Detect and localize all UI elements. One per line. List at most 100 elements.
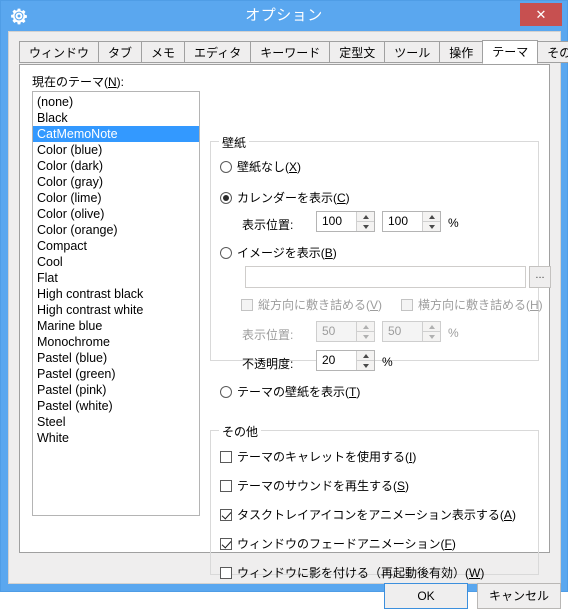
tab-6[interactable]: ツール (384, 41, 441, 63)
cancel-button[interactable]: キャンセル (477, 583, 561, 609)
radio-theme-wallpaper[interactable]: テーマの壁紙を表示(T) (220, 383, 360, 400)
list-item[interactable]: Pastel (blue) (33, 350, 199, 366)
image-position-x-down-button[interactable] (357, 332, 374, 341)
image-path-input[interactable] (245, 266, 526, 288)
checkbox-tile-vertical[interactable]: 縦方向に敷き詰める(V) (241, 296, 382, 313)
list-item[interactable]: (none) (33, 94, 199, 110)
checkbox-other-4-accel: W (469, 566, 481, 580)
checkbox-other-2[interactable]: タスクトレイアイコンをアニメーション表示する(A) (220, 506, 516, 523)
radio-theme-wallpaper-label: テーマの壁紙を表示( (237, 385, 349, 399)
radio-show-image-accel: B (324, 246, 333, 260)
browse-button[interactable]: ... (529, 266, 551, 288)
list-item[interactable]: Color (gray) (33, 174, 199, 190)
other-group-title: その他 (219, 423, 262, 440)
image-position-y-spinner[interactable]: 50 (382, 321, 441, 342)
checkbox-other-4[interactable]: ウィンドウに影を付ける（再起動後有効）(W) (220, 564, 484, 581)
list-item[interactable]: White (33, 430, 199, 446)
calendar-position-x-down-button[interactable] (357, 222, 374, 231)
list-item[interactable]: Marine blue (33, 318, 199, 334)
checkbox-tile-vertical-mark (241, 299, 253, 311)
tab-8[interactable]: テーマ (482, 40, 539, 64)
image-position-y-up-button[interactable] (423, 322, 440, 332)
list-item[interactable]: High contrast white (33, 302, 199, 318)
calendar-position-x-spinner[interactable]: 100 (316, 211, 375, 232)
tab-0[interactable]: ウィンドウ (19, 41, 100, 63)
checkbox-tile-horizontal-label: 横方向に敷き詰める( (418, 298, 530, 312)
theme-list-label-suffix: ): (116, 75, 125, 89)
image-position-x-up-button[interactable] (357, 322, 374, 332)
calendar-position-x-value[interactable]: 100 (317, 212, 356, 231)
list-item[interactable]: Pastel (pink) (33, 382, 199, 398)
opacity-down-button[interactable] (357, 361, 374, 370)
radio-no-wallpaper[interactable]: 壁紙なし(X) (220, 158, 301, 175)
tab-3[interactable]: エディタ (184, 41, 252, 63)
checkbox-tile-horizontal-tail: ) (538, 298, 543, 312)
list-item[interactable]: Color (lime) (33, 190, 199, 206)
tab-1[interactable]: タブ (98, 41, 143, 63)
calendar-position-unit: % (448, 216, 459, 230)
opacity-value[interactable]: 20 (317, 351, 356, 370)
calendar-position-x-buttons (356, 212, 374, 231)
list-item[interactable]: Flat (33, 270, 199, 286)
list-item[interactable]: Color (orange) (33, 222, 199, 238)
image-position-y-value[interactable]: 50 (383, 322, 422, 341)
list-item[interactable]: Steel (33, 414, 199, 430)
list-item[interactable]: Pastel (white) (33, 398, 199, 414)
list-item[interactable]: Color (blue) (33, 142, 199, 158)
close-button[interactable]: ✕ (520, 3, 562, 26)
theme-listbox[interactable]: (none) Black CatMemoNote Color (blue) Color … (32, 91, 200, 516)
calendar-position-y-down-button[interactable] (423, 222, 440, 231)
checkbox-other-0-label: テーマのキャレットを使用する( (237, 450, 409, 464)
checkbox-other-2-label: タスクトレイアイコンをアニメーション表示する( (237, 508, 504, 522)
tab-4[interactable]: キーワード (250, 41, 331, 63)
tab-page-theme: 現在のテーマ(N): (none) Black CatMemoNote Color (… (19, 64, 551, 580)
radio-show-image[interactable]: イメージを表示(B) (220, 244, 337, 261)
list-item[interactable]: Cool (33, 254, 199, 270)
list-item[interactable]: CatMemoNote (33, 126, 199, 142)
checkbox-other-3-tail: ) (451, 537, 456, 551)
theme-list-label-accel: N (108, 75, 117, 89)
list-item[interactable]: Color (olive) (33, 206, 199, 222)
theme-list-label: 現在のテーマ(N): (32, 73, 124, 90)
checkbox-other-0-mark (220, 451, 232, 463)
calendar-position-x-up-button[interactable] (357, 212, 374, 222)
checkbox-other-3-mark (220, 538, 232, 550)
image-position-x-value[interactable]: 50 (317, 322, 356, 341)
calendar-position-y-up-button[interactable] (423, 212, 440, 222)
tab-2[interactable]: メモ (141, 41, 186, 63)
checkbox-tile-horizontal[interactable]: 横方向に敷き詰める(H) (401, 296, 543, 313)
calendar-position-y-spinner[interactable]: 100 (382, 211, 441, 232)
checkbox-tile-horizontal-mark (401, 299, 413, 311)
image-position-x-buttons (356, 322, 374, 341)
tab-strip: ウィンドウタブメモエディタキーワード定型文ツール操作テーマその他 (19, 40, 568, 65)
image-position-x-spinner[interactable]: 50 (316, 321, 375, 342)
tab-5[interactable]: 定型文 (329, 41, 386, 63)
checkbox-other-1-mark (220, 480, 232, 492)
checkbox-other-0[interactable]: テーマのキャレットを使用する(I) (220, 448, 416, 465)
radio-no-wallpaper-accel: X (289, 160, 298, 174)
tab-7[interactable]: 操作 (439, 41, 484, 63)
checkbox-other-3[interactable]: ウィンドウのフェードアニメーション(F) (220, 535, 456, 552)
checkbox-other-3-accel: F (444, 537, 452, 551)
list-item[interactable]: High contrast black (33, 286, 199, 302)
radio-show-calendar[interactable]: カレンダーを表示(C) (220, 189, 350, 206)
checkbox-tile-horizontal-accel: H (530, 298, 539, 312)
list-item[interactable]: Pastel (green) (33, 366, 199, 382)
radio-no-wallpaper-mark (220, 161, 232, 173)
list-item[interactable]: Compact (33, 238, 199, 254)
ok-button[interactable]: OK (384, 583, 468, 609)
opacity-up-button[interactable] (357, 351, 374, 361)
checkbox-other-4-label: ウィンドウに影を付ける（再起動後有効）( (237, 566, 469, 580)
list-item[interactable]: Black (33, 110, 199, 126)
checkbox-other-1-accel: S (397, 479, 406, 493)
image-position-y-down-button[interactable] (423, 332, 440, 341)
calendar-position-y-value[interactable]: 100 (383, 212, 422, 231)
radio-show-image-label: イメージを表示( (237, 246, 325, 260)
checkbox-other-1[interactable]: テーマのサウンドを再生する(S) (220, 477, 409, 494)
list-item[interactable]: Color (dark) (33, 158, 199, 174)
calendar-position-y-buttons (422, 212, 440, 231)
list-item[interactable]: Monochrome (33, 334, 199, 350)
opacity-spinner[interactable]: 20 (316, 350, 375, 371)
image-position-unit: % (448, 326, 459, 340)
tab-9[interactable]: その他 (537, 41, 568, 63)
